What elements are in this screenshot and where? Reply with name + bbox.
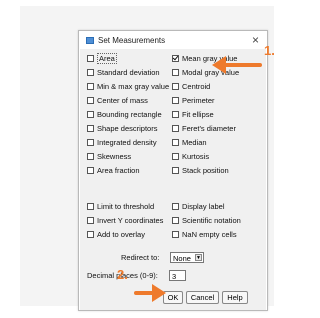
checkbox-label: Integrated density xyxy=(97,138,157,147)
checkbox-area-fraction[interactable]: Area fraction xyxy=(87,166,140,176)
checkbox-label: Centroid xyxy=(182,82,211,91)
title-bar: Set Measurements × xyxy=(79,31,267,49)
checkbox-label: Limit to threshold xyxy=(97,202,155,211)
checkbox-box[interactable] xyxy=(87,167,94,174)
dialog-body: Area Mean gray value Standard deviation … xyxy=(80,49,266,310)
checkbox-box[interactable] xyxy=(87,83,94,90)
checkbox-label: Min & max gray value xyxy=(97,82,170,91)
checkbox-box[interactable] xyxy=(172,167,179,174)
checkbox-box[interactable] xyxy=(172,97,179,104)
checkbox-integrated-density[interactable]: Integrated density xyxy=(87,138,157,148)
checkbox-label: Perimeter xyxy=(182,96,215,105)
arrow-icon-step1 xyxy=(212,56,262,74)
app-icon xyxy=(86,37,94,44)
checkbox-box[interactable] xyxy=(172,153,179,160)
checkbox-label: Stack position xyxy=(182,166,229,175)
checkbox-label: Add to overlay xyxy=(97,230,145,239)
checkbox-box[interactable] xyxy=(87,97,94,104)
checkbox-label: Kurtosis xyxy=(182,152,210,161)
checkbox-median[interactable]: Median xyxy=(172,138,207,148)
checkbox-scientific-notation[interactable]: Scientific notation xyxy=(172,216,241,226)
checkbox-perimeter[interactable]: Perimeter xyxy=(172,96,215,106)
checkbox-shape-descriptors[interactable]: Shape descriptors xyxy=(87,124,157,134)
checkbox-box[interactable] xyxy=(172,69,179,76)
checkbox-box[interactable] xyxy=(87,217,94,224)
checkbox-label: Feret's diameter xyxy=(182,124,236,133)
checkbox-box[interactable] xyxy=(172,139,179,146)
window-title: Set Measurements xyxy=(98,36,166,45)
checkbox-box-checked[interactable] xyxy=(172,55,179,62)
close-icon[interactable]: × xyxy=(252,33,259,47)
help-button[interactable]: Help xyxy=(222,291,248,304)
checkbox-label: Standard deviation xyxy=(97,68,160,77)
checkbox-box[interactable] xyxy=(87,139,94,146)
arrow-icon-step2 xyxy=(134,284,166,302)
checkbox-label: Shape descriptors xyxy=(97,124,158,133)
cancel-button[interactable]: Cancel xyxy=(186,291,219,304)
checkbox-nan-empty-cells[interactable]: NaN empty cells xyxy=(172,230,237,240)
checkbox-label: Center of mass xyxy=(97,96,148,105)
checkbox-standard-deviation[interactable]: Standard deviation xyxy=(87,68,160,78)
annotation-step2-label: 2. xyxy=(117,267,128,282)
checkbox-skewness[interactable]: Skewness xyxy=(87,152,131,162)
checkbox-limit-to-threshold[interactable]: Limit to threshold xyxy=(87,202,154,212)
checkbox-add-to-overlay[interactable]: Add to overlay xyxy=(87,230,145,240)
checkbox-invert-y-coordinates[interactable]: Invert Y coordinates xyxy=(87,216,163,226)
checkbox-box[interactable] xyxy=(172,83,179,90)
checkbox-min-max-gray-value[interactable]: Min & max gray value xyxy=(87,82,169,92)
checkbox-center-of-mass[interactable]: Center of mass xyxy=(87,96,148,106)
checkbox-box[interactable] xyxy=(87,69,94,76)
checkbox-box[interactable] xyxy=(172,125,179,132)
redirect-value: None xyxy=(173,254,191,263)
checkbox-label: Area xyxy=(97,53,117,64)
checkbox-label: Fit ellipse xyxy=(182,110,214,119)
checkbox-label: NaN empty cells xyxy=(182,230,237,239)
checkbox-centroid[interactable]: Centroid xyxy=(172,82,210,92)
redirect-label: Redirect to: xyxy=(121,253,160,262)
checkbox-box[interactable] xyxy=(172,111,179,118)
checkbox-label: Invert Y coordinates xyxy=(97,216,164,225)
checkbox-kurtosis[interactable]: Kurtosis xyxy=(172,152,209,162)
checkbox-label: Median xyxy=(182,138,207,147)
checkbox-label: Display label xyxy=(182,202,225,211)
decimal-places-input[interactable]: 3 xyxy=(169,270,186,281)
checkbox-label: Scientific notation xyxy=(182,216,241,225)
checkbox-box[interactable] xyxy=(87,55,94,62)
checkbox-box[interactable] xyxy=(87,153,94,160)
checkbox-box[interactable] xyxy=(87,125,94,132)
checkbox-stack-position[interactable]: Stack position xyxy=(172,166,229,176)
checkbox-box[interactable] xyxy=(87,231,94,238)
checkbox-label: Bounding rectangle xyxy=(97,110,162,119)
checkbox-fit-ellipse[interactable]: Fit ellipse xyxy=(172,110,214,120)
chevron-down-icon[interactable]: ▼ xyxy=(195,254,202,261)
annotation-step1-label: 1. xyxy=(264,43,275,58)
checkbox-box[interactable] xyxy=(172,231,179,238)
checkbox-label: Skewness xyxy=(97,152,132,161)
checkbox-label: Area fraction xyxy=(97,166,140,175)
checkbox-box[interactable] xyxy=(87,111,94,118)
checkbox-box[interactable] xyxy=(172,203,179,210)
checkbox-display-label[interactable]: Display label xyxy=(172,202,225,212)
checkbox-box[interactable] xyxy=(172,217,179,224)
checkbox-box[interactable] xyxy=(87,203,94,210)
redirect-select[interactable]: None ▼ xyxy=(170,252,204,263)
checkbox-bounding-rectangle[interactable]: Bounding rectangle xyxy=(87,110,162,120)
checkbox-area[interactable]: Area xyxy=(87,53,117,64)
checkbox-ferets-diameter[interactable]: Feret's diameter xyxy=(172,124,236,134)
